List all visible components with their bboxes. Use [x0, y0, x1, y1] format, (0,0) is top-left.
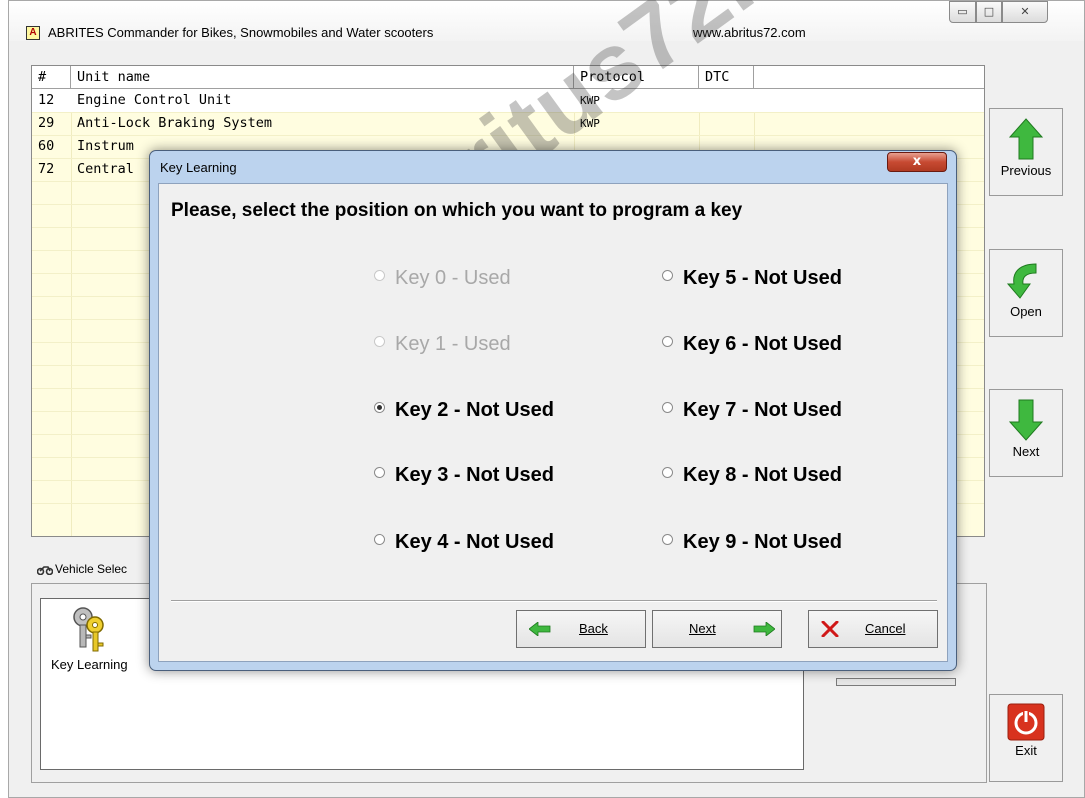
window-url: www.abritus72.com [693, 25, 806, 40]
maximize-icon: □ [983, 5, 995, 18]
exit-label: Exit [1015, 743, 1037, 758]
radio-key-3-label: Key 3 - Not Used [395, 464, 554, 486]
row-unit-name: Anti-Lock Braking System [77, 115, 273, 131]
vehicle-selection-tab-label: Vehicle Selec [55, 562, 128, 576]
row-protocol: KWP [580, 117, 600, 130]
minimize-button[interactable]: ▭ [949, 1, 976, 23]
key-learning-dialog: Key Learning x Please, select the positi… [149, 150, 957, 671]
partially-hidden-button[interactable] [836, 678, 956, 686]
open-label: Open [1010, 304, 1042, 319]
close-button[interactable]: ✕ [1002, 1, 1048, 23]
previous-button[interactable]: Previous [989, 108, 1063, 196]
row-number: 72 [38, 161, 55, 177]
title-bar: A ABRITES Commander for Bikes, Snowmobil… [9, 1, 1084, 41]
previous-label: Previous [1000, 163, 1052, 178]
next-side-button[interactable]: Next [989, 389, 1063, 477]
dialog-close-button[interactable]: x [887, 152, 947, 172]
window-title: ABRITES Commander for Bikes, Snowmobiles… [48, 25, 434, 40]
radio-circle [662, 336, 673, 348]
radio-key-7[interactable]: Key 7 - Not Used [662, 395, 842, 425]
green-curved-arrow-icon [1006, 263, 1037, 299]
radio-key-1-label: Key 1 - Used [395, 333, 511, 355]
table-row[interactable]: 29 Anti-Lock Braking System KWP [32, 112, 984, 135]
radio-key-6[interactable]: Key 6 - Not Used [662, 329, 842, 359]
radio-circle [662, 402, 673, 414]
green-up-arrow-icon [1009, 118, 1043, 160]
column-header-unit-name[interactable]: Unit name [71, 66, 574, 89]
radio-key-3[interactable]: Key 3 - Not Used [374, 460, 554, 490]
app-logo-icon: A [26, 26, 40, 40]
motorbike-icon [37, 566, 53, 575]
radio-circle [662, 534, 673, 546]
radio-key-5-label: Key 5 - Not Used [683, 267, 842, 289]
radio-key-6-label: Key 6 - Not Used [683, 333, 842, 355]
radio-key-2[interactable]: Key 2 - Not Used [374, 395, 554, 425]
close-x-icon: x [912, 154, 922, 169]
radio-circle [662, 270, 673, 282]
radio-circle [374, 270, 385, 282]
row-protocol: KWP [580, 94, 600, 107]
row-unit-name: Instrum [77, 138, 134, 154]
radio-key-0-label: Key 0 - Used [395, 267, 511, 289]
dialog-separator [171, 600, 937, 602]
radio-key-9[interactable]: Key 9 - Not Used [662, 527, 842, 557]
green-down-arrow-icon [1009, 399, 1043, 441]
dialog-title: Key Learning [160, 160, 237, 175]
green-left-arrow-icon [529, 622, 551, 636]
row-number: 29 [38, 115, 55, 131]
red-x-icon [821, 621, 839, 637]
green-right-arrow-icon [753, 622, 775, 636]
row-number: 12 [38, 92, 55, 108]
radio-key-8[interactable]: Key 8 - Not Used [662, 460, 842, 490]
radio-circle [374, 336, 385, 348]
minimize-icon: ▭ [957, 5, 968, 18]
column-header-number[interactable]: # [32, 66, 71, 89]
vehicle-selection-tab[interactable]: Vehicle Selec [31, 557, 161, 581]
maximize-button[interactable]: □ [976, 1, 1002, 23]
dialog-heading: Please, select the position on which you… [171, 200, 743, 221]
cancel-button[interactable]: Cancel [808, 610, 938, 648]
table-row[interactable]: 12 Engine Control Unit KWP [32, 89, 984, 112]
close-icon: ✕ [1020, 5, 1030, 18]
red-power-icon [1007, 703, 1045, 741]
exit-button[interactable]: Exit [989, 694, 1063, 782]
next-label: Next [689, 621, 716, 636]
radio-key-8-label: Key 8 - Not Used [683, 464, 842, 486]
key-learning-item[interactable]: Key Learning [45, 601, 135, 675]
radio-key-7-label: Key 7 - Not Used [683, 399, 842, 421]
column-header-protocol[interactable]: Protocol [574, 66, 699, 89]
radio-key-9-label: Key 9 - Not Used [683, 531, 842, 553]
table-header: # Unit name Protocol DTC [32, 66, 984, 89]
radio-key-2-label: Key 2 - Not Used [395, 399, 554, 421]
open-button[interactable]: Open [989, 249, 1063, 337]
radio-circle [662, 467, 673, 479]
radio-key-4-label: Key 4 - Not Used [395, 531, 554, 553]
radio-key-1[interactable]: Key 1 - Used [374, 329, 511, 359]
back-button[interactable]: Back [516, 610, 646, 648]
radio-circle [374, 467, 385, 479]
key-learning-label: Key Learning [51, 657, 128, 672]
row-unit-name: Central [77, 161, 134, 177]
radio-key-4[interactable]: Key 4 - Not Used [374, 527, 554, 557]
radio-key-5[interactable]: Key 5 - Not Used [662, 263, 842, 293]
radio-circle-selected [374, 402, 385, 414]
column-header-dtc[interactable]: DTC [699, 66, 754, 89]
row-unit-name: Engine Control Unit [77, 92, 232, 108]
radio-key-0[interactable]: Key 0 - Used [374, 263, 511, 293]
cancel-label: Cancel [865, 621, 906, 636]
back-label: Back [579, 621, 608, 636]
row-number: 60 [38, 138, 55, 154]
next-button[interactable]: Next [652, 610, 782, 648]
radio-circle [374, 534, 385, 546]
next-side-label: Next [1012, 444, 1040, 459]
keys-icon [73, 607, 104, 652]
dialog-body: Please, select the position on which you… [158, 183, 948, 662]
